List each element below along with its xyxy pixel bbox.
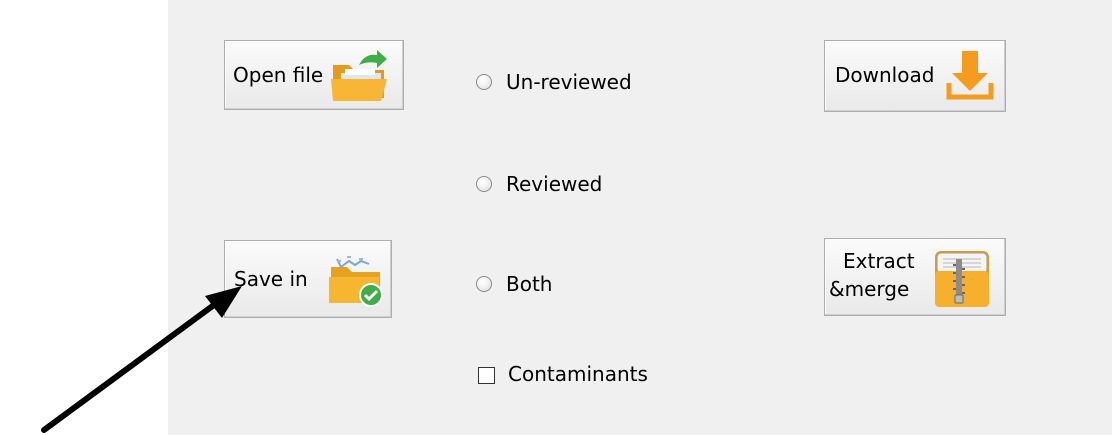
pointer-arrow-icon xyxy=(41,286,242,433)
